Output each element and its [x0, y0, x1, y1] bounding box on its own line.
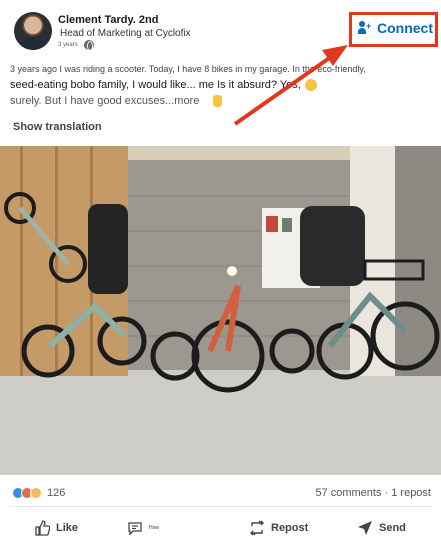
- send-label: Send: [379, 522, 406, 534]
- post-image[interactable]: [0, 146, 441, 475]
- send-icon: [357, 520, 373, 536]
- like-button[interactable]: Like: [34, 520, 78, 536]
- see-more-link[interactable]: surely. But I have good excuses...more: [10, 95, 199, 107]
- garage-bikes-photo: [0, 146, 441, 475]
- divider: [10, 506, 431, 507]
- post-time: 3 years: [58, 42, 78, 48]
- connect-button[interactable]: + Connect: [358, 20, 433, 36]
- thumbs-up-icon: [34, 520, 51, 536]
- comment-button[interactable]: How: [127, 520, 159, 536]
- post-line-2: seed-eating bobo family, I would like...…: [10, 79, 430, 92]
- comment-label: How: [149, 525, 160, 531]
- social-counts: 126 57 comments · 1 repost: [0, 485, 441, 501]
- add-person-icon: +: [358, 21, 371, 35]
- insightful-reaction-icon: [30, 487, 42, 499]
- comments-reposts-count[interactable]: 57 comments · 1 repost: [315, 487, 431, 499]
- repost-label: Repost: [271, 522, 309, 534]
- connect-label: Connect: [377, 20, 433, 36]
- post-line-1: 3 years ago I was riding a scooter. Toda…: [10, 64, 366, 74]
- reactions-summary[interactable]: 126: [12, 487, 65, 499]
- repost-icon: [249, 520, 265, 536]
- author-avatar[interactable]: [14, 12, 52, 50]
- hand-emoji-icon: [213, 95, 223, 108]
- action-bar: Like How Repost Send: [0, 512, 441, 548]
- reaction-count: 126: [47, 487, 66, 499]
- author-name-line[interactable]: Clement Tardy. 2nd: [58, 14, 158, 26]
- send-button[interactable]: Send: [357, 520, 406, 536]
- globe-icon: [83, 40, 94, 51]
- connection-degree: . 2nd: [132, 14, 159, 26]
- author-headline: Head of Marketing at Cyclofix: [60, 28, 191, 39]
- repost-button[interactable]: Repost: [249, 520, 308, 536]
- post-body: 3 years ago I was riding a scooter. Toda…: [10, 64, 430, 108]
- post-line-2-text: seed-eating bobo family, I would like...…: [10, 79, 301, 91]
- author-name[interactable]: Clement Tardy: [58, 14, 133, 26]
- post-meta: 3 years: [58, 40, 94, 51]
- comment-icon: [127, 520, 143, 536]
- show-translation-button[interactable]: Show translation: [13, 121, 102, 133]
- grimace-emoji-icon: [304, 79, 317, 92]
- like-label: Like: [56, 522, 79, 534]
- post-line-3: surely. But I have good excuses...more: [10, 95, 430, 108]
